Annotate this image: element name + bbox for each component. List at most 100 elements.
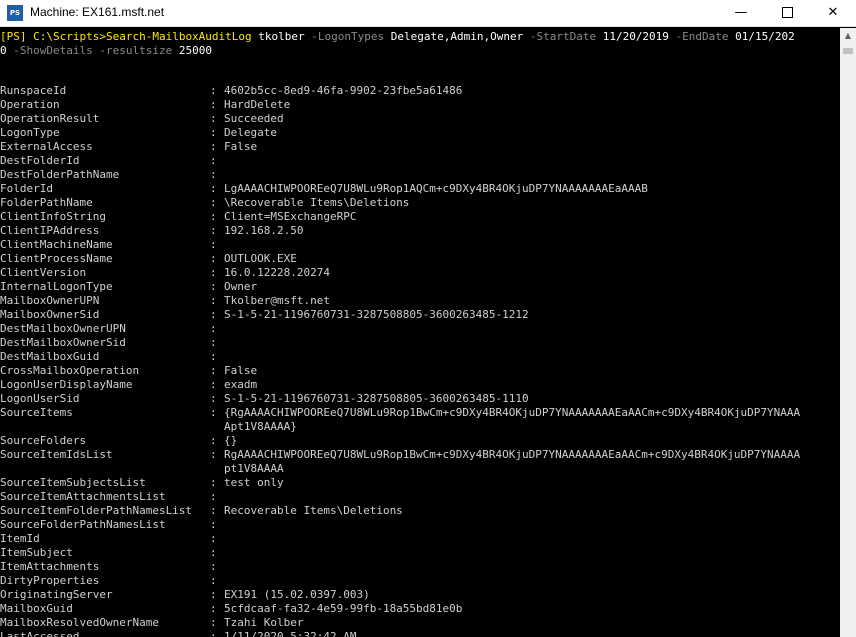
vertical-scrollbar[interactable]: ▲ bbox=[840, 28, 856, 637]
property-value: False bbox=[224, 140, 258, 153]
property-value: LgAAAACHIWPOOREeQ7U8WLu9Rop1AQCm+c9DXy4B… bbox=[224, 182, 648, 195]
property-separator: : bbox=[210, 182, 217, 195]
property-name: LogonUserDisplayName bbox=[0, 378, 133, 391]
property-row: ItemId: bbox=[0, 532, 840, 546]
property-value: Recoverable Items\Deletions bbox=[224, 504, 403, 517]
scroll-thumb[interactable] bbox=[843, 48, 853, 54]
property-separator: : bbox=[210, 532, 217, 545]
property-name: InternalLogonType bbox=[0, 280, 113, 293]
property-row: DestMailboxOwnerSid: bbox=[0, 336, 840, 350]
property-separator: : bbox=[210, 280, 217, 293]
property-separator: : bbox=[210, 350, 217, 363]
window-title: Machine: EX161.msft.net bbox=[30, 5, 165, 19]
property-name: SourceFolderPathNamesList bbox=[0, 518, 166, 531]
property-name: FolderPathName bbox=[0, 196, 93, 209]
property-separator: : bbox=[210, 210, 217, 223]
property-value: HardDelete bbox=[224, 98, 291, 111]
value-enddate: 01/15/202 bbox=[728, 30, 795, 43]
property-row: ItemSubject: bbox=[0, 546, 840, 560]
property-value: exadm bbox=[224, 378, 258, 391]
property-row: ClientIPAddress:192.168.2.50 bbox=[0, 224, 840, 238]
property-row: SourceFolders: {} bbox=[0, 434, 840, 448]
property-separator: : bbox=[210, 630, 217, 637]
property-name: ItemSubject bbox=[0, 546, 73, 559]
property-name: CrossMailboxOperation bbox=[0, 364, 140, 377]
property-row: CrossMailboxOperation: False bbox=[0, 364, 840, 378]
property-row: LogonType: Delegate bbox=[0, 126, 840, 140]
property-name: DestFolderId bbox=[0, 154, 80, 167]
property-name: ClientIPAddress bbox=[0, 224, 100, 237]
property-row: LogonUserDisplayName: exadm bbox=[0, 378, 840, 392]
property-name: DestMailboxGuid bbox=[0, 350, 100, 363]
property-value: OUTLOOK.EXE bbox=[224, 252, 297, 265]
property-separator: : bbox=[210, 154, 217, 167]
property-separator: : bbox=[210, 140, 217, 153]
property-value: RgAAAACHIWPOOREeQ7U8WLu9Rop1BwCm+c9DXy4B… bbox=[224, 448, 801, 461]
property-separator: : bbox=[210, 490, 217, 503]
property-row: InternalLogonType: Owner bbox=[0, 280, 840, 294]
audit-record: RunspaceId: 4602b5cc-8ed9-46fa-9902-23fbe… bbox=[0, 84, 840, 637]
property-name: DestFolderPathName bbox=[0, 168, 120, 181]
property-value-continued: Apt1V8AAAA} bbox=[224, 420, 297, 433]
property-value: 4602b5cc-8ed9-46fa-9902-23fbe5a61486 bbox=[224, 84, 463, 97]
property-name: FolderId bbox=[0, 182, 53, 195]
property-value: Succeeded bbox=[224, 112, 284, 125]
powershell-icon: PS bbox=[7, 5, 23, 21]
property-separator: : bbox=[210, 364, 217, 377]
property-separator: : bbox=[210, 308, 217, 321]
property-name: OperationResult bbox=[0, 112, 100, 125]
property-name: RunspaceId bbox=[0, 84, 67, 97]
property-name: MailboxGuid bbox=[0, 602, 73, 615]
property-name: ItemId bbox=[0, 532, 40, 545]
property-separator: : bbox=[210, 616, 217, 629]
property-name: ClientMachineName bbox=[0, 238, 113, 251]
cmdlet: Search-MailboxAuditLog bbox=[105, 30, 252, 43]
property-name: SourceItemIdsList bbox=[0, 448, 113, 461]
property-row: SourceItems: {RgAAAACHIWPOOREeQ7U8WLu9Rop… bbox=[0, 406, 840, 434]
property-name: LastAccessed bbox=[0, 630, 80, 637]
property-value: False bbox=[224, 364, 258, 377]
command-line: [PS] C:\Scripts>Search-MailboxAuditLog t… bbox=[0, 30, 840, 58]
maximize-button[interactable] bbox=[764, 0, 810, 26]
scroll-up-icon[interactable]: ▲ bbox=[840, 28, 856, 44]
property-value: test only bbox=[224, 476, 284, 489]
property-name: DestMailboxOwnerSid bbox=[0, 336, 126, 349]
property-row: FolderId: LgAAAACHIWPOOREeQ7U8WLu9Rop1AQC… bbox=[0, 182, 840, 196]
close-button[interactable]: ✕ bbox=[810, 0, 856, 26]
property-value: 5cfdcaaf-fa32-4e59-99fb-18a55bd81e0b bbox=[224, 602, 463, 615]
property-row: ClientVersion:16.0.12228.20274 bbox=[0, 266, 840, 280]
property-value: S-1-5-21-1196760731-3287508805-360026348… bbox=[224, 308, 529, 321]
property-value: Tzahi Kolber bbox=[224, 616, 304, 629]
property-value: EX191 (15.02.0397.003) bbox=[224, 588, 370, 601]
property-separator: : bbox=[210, 196, 217, 209]
property-name: MailboxOwnerSid bbox=[0, 308, 100, 321]
property-row: DirtyProperties: bbox=[0, 574, 840, 588]
property-separator: : bbox=[210, 518, 217, 531]
property-row: FolderPathName: \Recoverable Items\Deleti… bbox=[0, 196, 840, 210]
property-name: ItemAttachments bbox=[0, 560, 100, 573]
property-row: SourceItemIdsList: RgAAAACHIWPOOREeQ7U8WL… bbox=[0, 448, 840, 476]
property-name: DestMailboxOwnerUPN bbox=[0, 322, 126, 335]
property-row: LogonUserSid: S-1-5-21-1196760731-3287508… bbox=[0, 392, 840, 406]
property-row: SourceItemSubjectsList: test only bbox=[0, 476, 840, 490]
property-row: SourceFolderPathNamesList: bbox=[0, 518, 840, 532]
property-value: {RgAAAACHIWPOOREeQ7U8WLu9Rop1BwCm+c9DXy4… bbox=[224, 406, 801, 419]
property-row: ClientProcessName: OUTLOOK.EXE bbox=[0, 252, 840, 266]
property-value: S-1-5-21-1196760731-3287508805-360026348… bbox=[224, 392, 529, 405]
property-row: DestFolderId: bbox=[0, 154, 840, 168]
param-logontypes: -LogonTypes bbox=[311, 30, 385, 43]
property-row: DestMailboxGuid: bbox=[0, 350, 840, 364]
minimize-button[interactable]: — bbox=[718, 0, 764, 26]
property-separator: : bbox=[210, 560, 217, 573]
powershell-window: PS Machine: EX161.msft.net — ✕ [PS] C:\S… bbox=[0, 0, 856, 637]
property-value: Client=MSExchangeRPC bbox=[224, 210, 357, 223]
property-value: \Recoverable Items\Deletions bbox=[224, 196, 410, 209]
property-name: ClientVersion bbox=[0, 266, 87, 279]
property-separator: : bbox=[210, 504, 217, 517]
title-bar[interactable]: PS Machine: EX161.msft.net — ✕ bbox=[0, 0, 856, 27]
property-row: LastAccessed:1/11/2020 5:32:42 AM bbox=[0, 630, 840, 637]
property-row: DestFolderPathName: bbox=[0, 168, 840, 182]
property-name: LogonUserSid bbox=[0, 392, 80, 405]
property-value-continued: pt1V8AAAA bbox=[224, 462, 284, 475]
console-output[interactable]: [PS] C:\Scripts>Search-MailboxAuditLog t… bbox=[0, 28, 840, 637]
